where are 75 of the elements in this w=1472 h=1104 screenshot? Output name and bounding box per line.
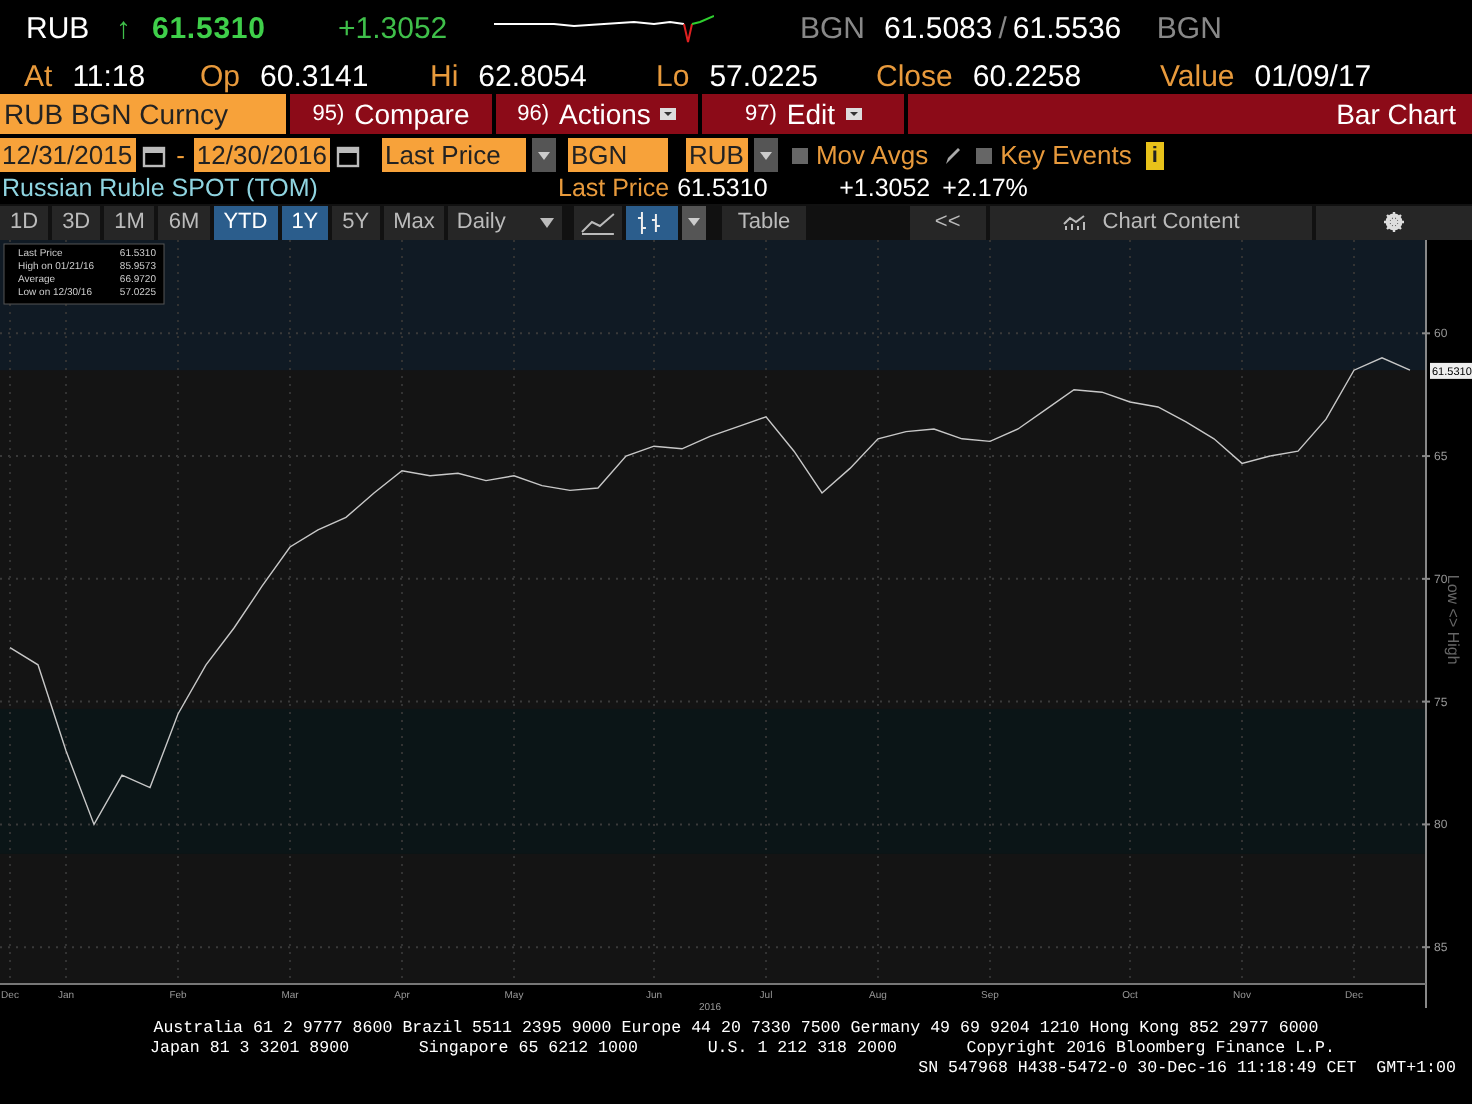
table-button[interactable]: Table xyxy=(722,205,806,239)
period-tab[interactable]: 6M xyxy=(158,205,210,239)
menu-button[interactable]: 97) Edit xyxy=(702,94,904,134)
settings-icon xyxy=(1384,212,1405,232)
footer-copyright: Japan 81 3 3201 8900 Singapore 65 6212 1000 U.S. 1 212 318 2000 Copyright 2016 Bloomberg Finance L.P. xyxy=(150,1040,1335,1060)
change-value: +1.3052 xyxy=(839,176,931,202)
caret-icon xyxy=(688,218,701,226)
period-tab[interactable]: 3D xyxy=(52,205,101,239)
last-price-label: Last Price xyxy=(558,176,670,202)
chart-icon xyxy=(1062,213,1087,231)
stat-value: 62.8054 xyxy=(478,61,587,91)
percent-change: +2.17% xyxy=(942,176,1028,202)
caret-icon xyxy=(537,151,549,159)
separator: / xyxy=(998,9,1007,50)
period-tab[interactable]: YTD xyxy=(213,205,278,239)
bid-source: BGN xyxy=(800,9,868,50)
period-tab[interactable]: 1M xyxy=(104,205,155,239)
last-price: 61.5310 xyxy=(152,9,268,50)
start-date-field[interactable]: 12/31/2015 xyxy=(0,138,137,172)
up-arrow: ↑ xyxy=(116,9,133,50)
bar-chart-icon[interactable] xyxy=(626,205,679,239)
net-change: +1.3052 xyxy=(338,9,450,50)
caret-icon xyxy=(540,217,555,227)
stat-value: 60.3141 xyxy=(260,61,369,91)
menu-button[interactable]: 95) Compare xyxy=(290,94,492,134)
chart-title: Bar Chart xyxy=(908,94,1472,134)
footer-contacts: Australia 61 2 9777 8600 Brazil 5511 2395 9000 Europe 44 20 7330 7500 Germany 49 69 9204 1210 Hong Kong 852 2977 6000 xyxy=(153,1020,1319,1040)
chart-content-button[interactable]: Chart Content xyxy=(989,205,1313,239)
period-tab[interactable]: 1D xyxy=(0,205,49,239)
stat-label: At xyxy=(24,61,53,91)
option-label: Mov Avgs xyxy=(815,137,929,174)
last-price-value: 61.5310 xyxy=(677,176,770,202)
stat-value: 57.0225 xyxy=(709,61,818,91)
footer-session: SN 547968 H438-5472-0 30-Dec-16 11:18:49 CET GMT+1:00 xyxy=(918,1060,1456,1080)
option-label: Key Events xyxy=(1000,137,1132,174)
caret-icon xyxy=(660,108,677,120)
security-field[interactable]: RUB BGN Curncy xyxy=(0,94,286,134)
info-badge[interactable]: i xyxy=(1145,141,1164,169)
back-button[interactable]: << xyxy=(909,205,986,239)
date-dash: - xyxy=(176,137,185,174)
caret-icon xyxy=(845,108,862,120)
security-name: Russian Ruble SPOT (TOM) xyxy=(0,176,320,202)
pencil-icon[interactable] xyxy=(944,145,963,165)
period-tab[interactable]: Max xyxy=(383,205,445,239)
dropdown-button[interactable] xyxy=(682,205,707,239)
dropdown-button[interactable] xyxy=(753,138,778,172)
checkbox[interactable] xyxy=(791,147,808,163)
ask-price: 61.5536 xyxy=(1012,9,1124,50)
caret-icon xyxy=(759,151,772,159)
bid-price: 61.5083 xyxy=(884,9,993,50)
frequency-select[interactable]: Daily xyxy=(448,205,563,239)
ask-source: BGN xyxy=(1156,9,1222,50)
stat-value: 60.2258 xyxy=(972,61,1082,91)
settings-button[interactable] xyxy=(1316,205,1472,239)
source-field[interactable]: BGN xyxy=(567,138,667,172)
line-chart-icon[interactable] xyxy=(574,205,623,239)
currency-field[interactable]: RUB xyxy=(685,138,748,172)
stat-value: 01/09/17 xyxy=(1254,61,1372,91)
period-tab[interactable]: 1Y xyxy=(281,205,329,239)
stat-value: 11:18 xyxy=(72,61,146,91)
stat-label: Op xyxy=(200,61,241,91)
period-tab[interactable]: 5Y xyxy=(332,205,380,239)
field-select[interactable]: Last Price xyxy=(381,138,525,172)
checkbox[interactable] xyxy=(976,147,993,163)
calendar-icon[interactable] xyxy=(142,143,167,167)
end-date-field[interactable]: 12/30/2016 xyxy=(194,138,329,172)
dropdown-button[interactable] xyxy=(531,138,555,172)
calendar-icon[interactable] xyxy=(335,143,359,167)
stat-label: Hi xyxy=(430,61,459,91)
stat-label: Close xyxy=(876,61,953,91)
axis-title: Low <> High xyxy=(1444,574,1462,665)
stat-label: Lo xyxy=(656,61,690,91)
stat-label: Value xyxy=(1160,61,1235,91)
menu-button[interactable]: 96) Actions xyxy=(496,94,698,134)
symbol: RUB xyxy=(26,9,92,50)
